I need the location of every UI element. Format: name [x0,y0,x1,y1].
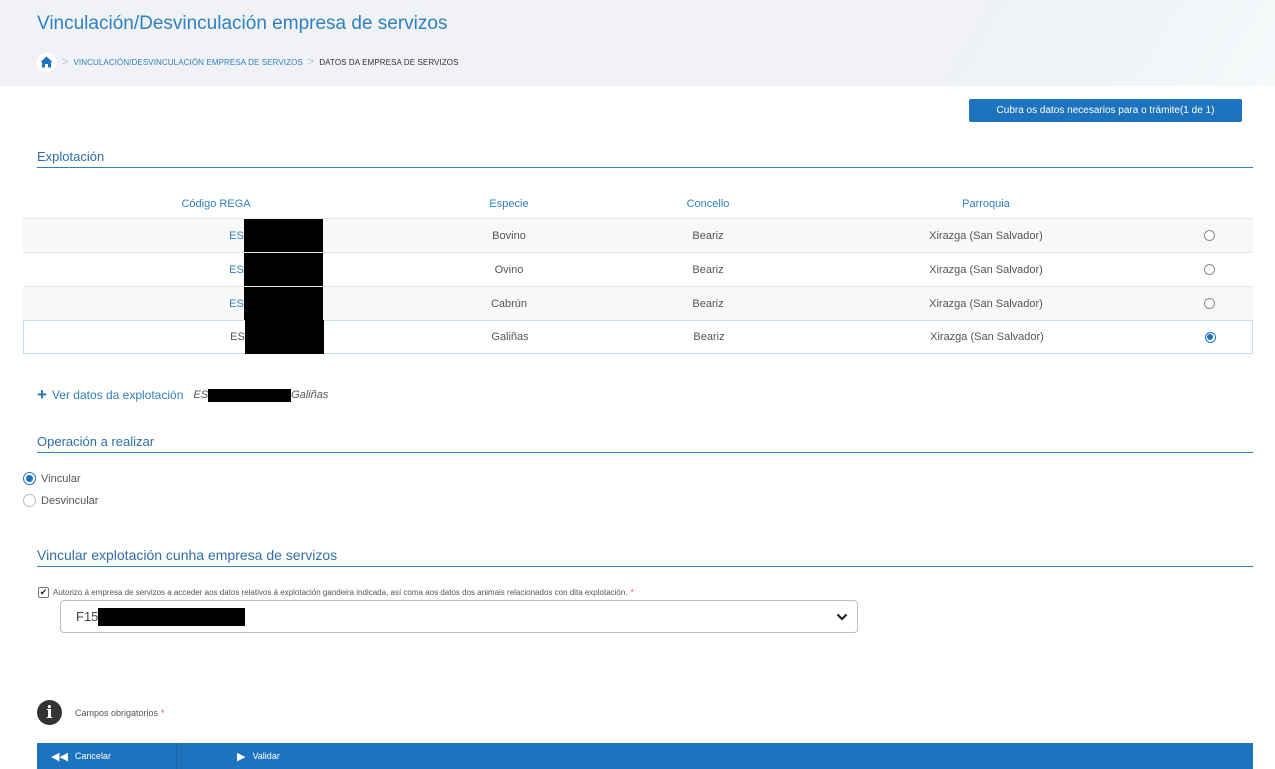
empresa-select[interactable]: F15 [60,600,858,633]
rega-code: ES [230,331,245,343]
especie-cell: Cabrún [490,297,528,310]
select-value: F15 [76,609,99,624]
section-title-operacion: Operación a realizar [37,434,155,449]
option-desvincular[interactable]: Desvincular [23,494,98,507]
redaction [98,607,246,626]
row-select-cell [1165,219,1253,252]
parroquia-cell: Xirazga (San Salvador) [930,331,1044,343]
selected-rega-code: ES [193,389,209,401]
required-mark: * [161,707,165,718]
redaction [244,320,324,354]
table-row[interactable]: ES Cabrún Beariz Xirazga (San Salvador) [23,286,1253,321]
double-chevron-left-icon: ◀◀ [51,750,68,763]
rega-cell: ES [23,286,409,321]
consent-row: ✔ Autorizo á empresa de servizos a acced… [38,587,634,598]
radio-desvincular[interactable] [23,494,36,507]
ver-datos-link[interactable]: Ver datos da explotación [52,388,183,402]
required-mark: * [630,588,634,597]
validate-label: Validar [252,751,280,761]
parroquia-cell: Xirazga (San Salvador) [929,297,1043,310]
breadcrumb-separator: > [62,56,69,68]
breadcrumb: > VINCULACIÓN/DESVINCULACIÓN EMPRESA DE … [36,51,459,73]
required-note-text: Campos obrigatorios [75,707,159,718]
rega-code-link[interactable]: ES [229,264,244,276]
header-decoration [945,0,1275,86]
required-fields-note: i Campos obrigatorios * [37,700,165,725]
row-select-radio[interactable] [1203,230,1215,241]
column-header-especie[interactable]: Especie [409,190,609,218]
validate-button[interactable]: ▶ Validar [237,743,280,769]
breadcrumb-separator: > [307,56,315,68]
section-divider [37,452,1253,453]
especie-cell: Ovino [494,263,524,276]
info-icon: i [37,700,62,725]
parroquia-cell: Xirazga (San Salvador) [929,229,1043,242]
section-divider [37,167,1253,168]
breadcrumb-item-current: DATOS DA EMPRESA DE SERVIZOS [319,57,459,67]
selected-species: Galiñas [291,389,329,401]
selected-explotacion-summary: ES Galiñas [193,388,329,402]
footer-divider [176,743,177,769]
redaction [243,286,323,321]
table-header: Código REGA Especie Concello Parroquia [23,190,1253,218]
row-select-cell [1166,321,1254,353]
explotacion-table: Código REGA Especie Concello Parroquia E… [23,190,1253,354]
concello-cell: Beariz [693,331,725,343]
rega-code-link[interactable]: ES [229,298,244,310]
row-select-cell [1165,287,1253,320]
rega-cell: ES [23,252,409,287]
page-header: Vinculación/Desvinculación empresa de se… [0,0,1275,86]
especie-cell: Galiñas [491,331,529,343]
home-icon[interactable] [36,51,57,73]
cancel-button[interactable]: ◀◀ Cancelar [51,743,111,769]
row-select-cell [1165,253,1253,286]
column-header-rega[interactable]: Código REGA [23,190,409,218]
consent-text: Autorizo á empresa de servizos a acceder… [53,588,628,597]
concello-cell: Beariz [692,229,724,242]
radio-vincular[interactable] [23,472,36,485]
play-icon: ▶ [237,750,246,763]
rega-code-link[interactable]: ES [229,230,244,242]
section-title-vincular: Vincular explotación cunha empresa de se… [37,547,338,563]
option-vincular[interactable]: Vincular [23,472,81,485]
plus-icon[interactable]: + [37,386,47,403]
section-divider [37,566,1253,567]
redaction [243,218,323,253]
row-select-radio[interactable] [1203,264,1215,275]
page-title: Vinculación/Desvinculación empresa de se… [37,13,448,34]
concello-cell: Beariz [692,263,724,276]
row-select-radio[interactable] [1204,331,1216,343]
redaction [243,252,323,287]
cancel-label: Cancelar [74,751,111,761]
concello-cell: Beariz [692,297,724,310]
table-row-selected[interactable]: ES Galiñas Beariz Xirazga (San Salvador) [23,320,1253,354]
especie-cell: Bovino [492,229,526,242]
table-row[interactable]: ES Ovino Beariz Xirazga (San Salvador) [23,252,1253,287]
redaction [208,388,292,402]
consent-checkbox[interactable]: ✔ [38,587,49,598]
column-header-concello[interactable]: Concello [609,190,807,218]
chevron-down-icon [836,613,848,621]
parroquia-cell: Xirazga (San Salvador) [929,263,1043,276]
table-row[interactable]: ES Bovino Beariz Xirazga (San Salvador) [23,218,1253,253]
footer-action-bar: ◀◀ Cancelar ▶ Validar [37,743,1253,769]
row-select-radio[interactable] [1203,298,1215,309]
section-title-explotacion: Explotación [37,149,105,164]
step-progress-button[interactable]: Cubra os datos necesarios para o trámite… [969,99,1242,122]
rega-cell: ES [24,320,410,354]
option-label: Desvincular [41,494,99,507]
rega-cell: ES [23,218,409,253]
column-header-parroquia[interactable]: Parroquia [807,190,1165,218]
breadcrumb-item-vinculacion[interactable]: VINCULACIÓN/DESVINCULACIÓN EMPRESA DE SE… [73,58,302,67]
ver-datos-explotacion: + Ver datos da explotación ES Galiñas [37,386,329,403]
option-label: Vincular [41,472,81,485]
